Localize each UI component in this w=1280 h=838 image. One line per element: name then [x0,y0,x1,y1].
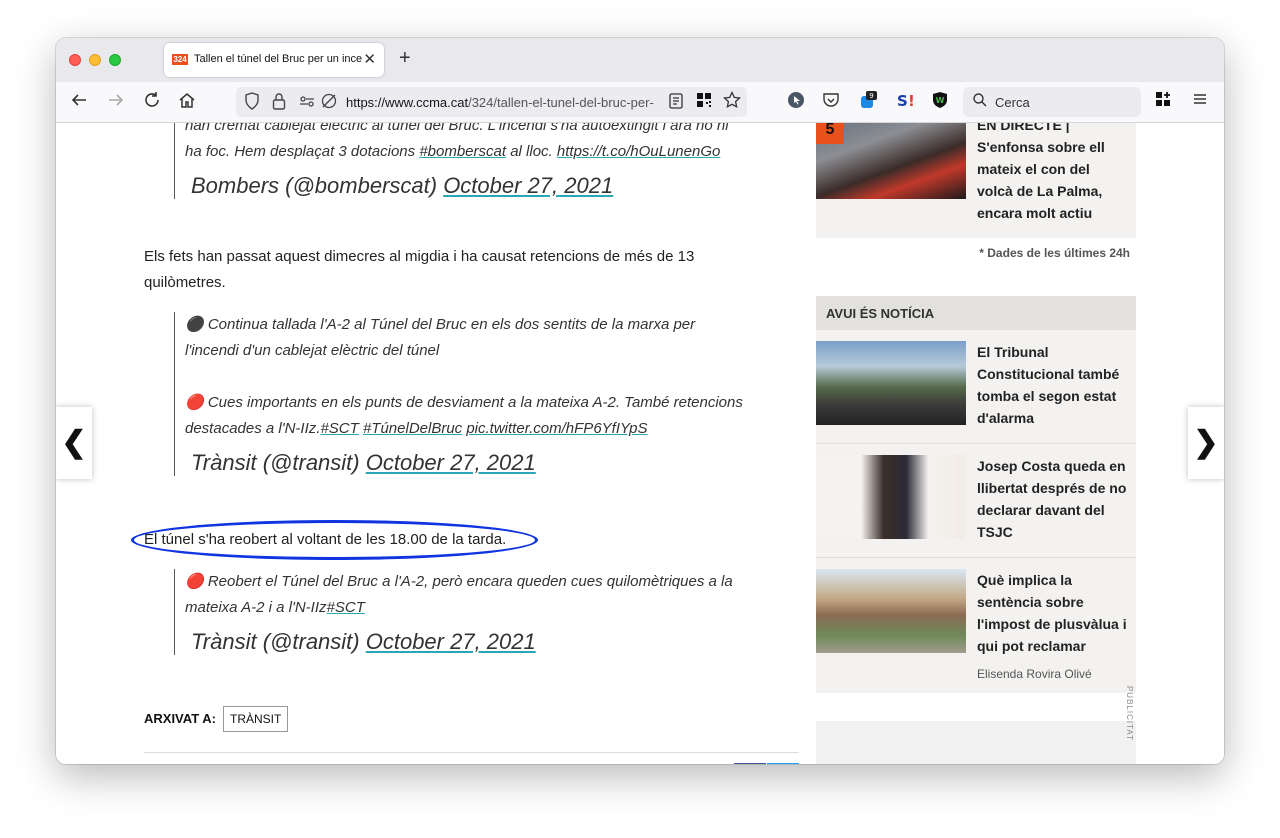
archive-tag-transit[interactable]: TRÀNSIT [223,706,289,732]
browser-window: 324 Tallen el túnel del Bruc per un ince… [56,38,1224,764]
tracking-blocked-icon[interactable] [320,92,338,116]
share-facebook-button[interactable] [734,763,766,764]
rank-badge: 5 [816,123,844,144]
share-twitter-button[interactable] [767,763,799,764]
tweet-text: ⚫ Continua tallada l'A-2 al Túnel del Br… [185,316,696,359]
tweet-signature: Bombers (@bomberscat) October 27, 2021 [185,173,729,199]
news-title[interactable]: El Tribunal Constitucional també tomba e… [977,341,1129,429]
footnote: * Dades de les últimes 24h [979,246,1130,260]
highlight-ellipse [131,520,538,560]
section-header: AVUI ÉS NOTÍCIA [816,296,1136,330]
news-title[interactable]: EN DIRECTE | S'enfonsa sobre ell mateix … [977,123,1129,224]
news-item[interactable]: Què implica la sentència sobre l'impost … [816,558,1136,693]
tweet-date-link[interactable]: October 27, 2021 [443,173,613,198]
news-title[interactable]: Josep Costa queda en llibertat després d… [977,455,1129,543]
tweet-text: 🔴 Cues importants en els punts de desvia… [185,394,743,437]
politician-image[interactable] [816,455,966,539]
tweet-text: al lloc. [506,143,557,160]
previous-article-button[interactable]: ❮ [56,407,92,479]
qr-code-icon[interactable] [696,92,712,114]
svg-text:W: W [936,96,945,105]
forward-icon[interactable] [107,91,125,115]
divider [144,752,799,753]
svg-text:S: S [897,92,908,109]
news-title[interactable]: Què implica la sentència sobre l'impost … [977,569,1129,657]
tweet-author: Trànsit (@transit) [191,629,366,654]
tweet-text: 🔴 Reobert el Túnel del Bruc a l'A-2, per… [185,569,745,621]
tab-bar: 324 Tallen el túnel del Bruc per un ince… [56,38,1224,82]
menu-icon[interactable] [1192,91,1208,113]
favicon-icon: 324 [172,54,188,65]
police-checkpoint-image[interactable] [816,341,966,425]
tweet-text: ha foc. Hem desplaçat 3 dotacions [185,143,420,160]
hashtag-link[interactable]: #TúnelDelBruc [363,420,462,437]
pocket-icon[interactable] [822,91,840,115]
tweet-signature: Trànsit (@transit) October 27, 2021 [185,629,745,655]
hashtag-link[interactable]: #SCT [327,599,365,616]
section-title: AVUI ÉS NOTÍCIA [826,306,935,321]
tweet-text-line: han cremat cablejat elèctric al túnel de… [185,123,729,134]
hashtag-link[interactable]: #SCT [320,420,358,437]
url-text[interactable]: https://www.ccma.cat/324/tallen-el-tunel… [346,95,668,110]
navigation-bar: https://www.ccma.cat/324/tallen-el-tunel… [56,82,1224,123]
next-article-button[interactable]: ❯ [1188,407,1224,479]
advertisement[interactable]: PUBLICITAT [816,686,1136,764]
tweet-author: Bombers (@bomberscat) [191,173,444,198]
lock-icon[interactable] [272,92,286,116]
svg-text:!: ! [908,92,914,109]
search-placeholder: Cerca [995,95,1030,110]
home-icon[interactable] [178,91,196,115]
back-icon[interactable] [70,91,88,115]
zoom-window-button[interactable] [109,54,121,66]
tweet-link[interactable]: pic.twitter.com/hFP6YfIYpS [466,420,647,437]
close-tab-icon[interactable]: ✕ [363,50,376,68]
url-domain: https://www.ccma.cat [346,95,469,110]
s-extension-icon[interactable]: S! [896,91,915,115]
new-tab-button[interactable]: + [399,47,411,70]
tweet-text: 🔴 Cues importants en els punts de desvia… [185,390,745,442]
tweet-link[interactable]: https://t.co/hOuLunenGo [557,143,720,160]
notifications-extension-icon[interactable]: 9 [858,91,878,117]
url-bar[interactable]: https://www.ccma.cat/324/tallen-el-tunel… [236,87,747,117]
notification-badge: 9 [869,92,873,100]
page-content: han cremat cablejat elèctric al túnel de… [56,123,1224,764]
reader-view-icon[interactable] [668,92,684,116]
tweet-date-link[interactable]: October 27, 2021 [366,629,536,654]
news-item[interactable]: Josep Costa queda en llibertat després d… [816,444,1136,558]
hashtag-link[interactable]: #bomberscat [419,143,506,160]
embedded-tweet-bombers: han cremat cablejat elèctric al túnel de… [174,123,729,199]
news-author: Elisenda Rovira Olivé [977,667,1092,681]
shield-extension-icon[interactable]: W [931,91,949,115]
tweet-signature: Trànsit (@transit) October 27, 2021 [185,450,745,476]
article-paragraph: Els fets han passat aquest dimecres al m… [144,248,695,291]
tweet-text-line: ha foc. Hem desplaçat 3 dotacions #bombe… [185,139,729,165]
search-icon [972,92,988,114]
ad-label: PUBLICITAT [1125,685,1134,741]
tab-title: Tallen el túnel del Bruc per un incendi [194,53,362,65]
extensions-grid-icon[interactable] [1155,91,1171,113]
url-path: /324/tallen-el-tunel-del-bruc-per- [468,95,654,110]
city-aerial-image[interactable] [816,569,966,653]
archive-label: ARXIVAT A: [144,711,216,726]
tweet-author: Trànsit (@transit) [191,450,366,475]
most-read-item[interactable]: 5 EN DIRECTE | S'enfonsa sobre ell matei… [816,123,1136,238]
minimize-window-button[interactable] [89,54,101,66]
bookmark-star-icon[interactable] [723,90,741,115]
reload-icon[interactable] [143,91,161,115]
extension-cursor-icon[interactable] [787,91,805,115]
news-item[interactable]: El Tribunal Constitucional també tomba e… [816,330,1136,444]
search-bar[interactable]: Cerca [963,87,1141,117]
shield-icon[interactable] [244,92,260,116]
browser-tab[interactable]: 324 Tallen el túnel del Bruc per un ince… [164,43,384,77]
close-window-button[interactable] [69,54,81,66]
embedded-tweet-transit-2: 🔴 Reobert el Túnel del Bruc a l'A-2, per… [174,569,745,655]
tweet-text: 🔴 Reobert el Túnel del Bruc a l'A-2, per… [185,573,733,616]
tweet-date-link[interactable]: October 27, 2021 [366,450,536,475]
embedded-tweet-transit-1: ⚫ Continua tallada l'A-2 al Túnel del Br… [174,312,745,476]
permissions-icon[interactable] [298,92,316,116]
